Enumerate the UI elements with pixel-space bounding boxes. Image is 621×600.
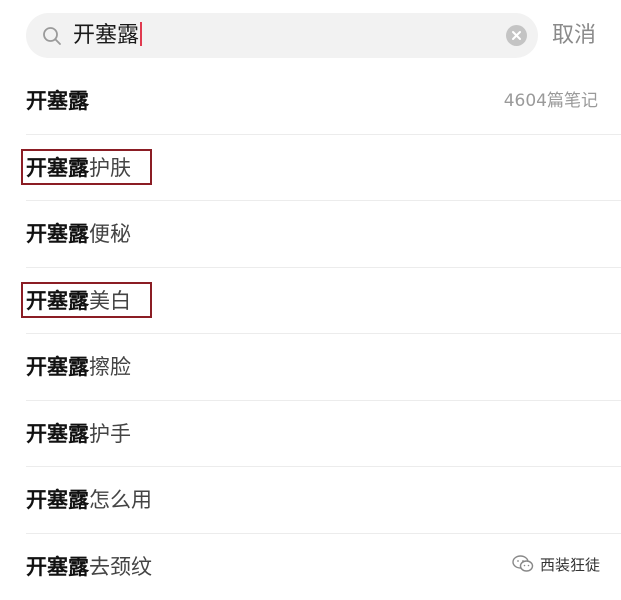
cancel-button[interactable]: 取消 — [552, 13, 596, 58]
clear-icon[interactable] — [506, 25, 527, 46]
note-count: 4604篇笔记 — [504, 68, 598, 134]
suggestion-text: 开塞露怎么用 — [26, 467, 152, 533]
suggestion-suffix: 护手 — [89, 422, 131, 446]
suggestion-keyword: 开塞露 — [26, 355, 89, 379]
suggestion-text: 开塞露护手 — [26, 401, 131, 467]
suggestion-item[interactable]: 开塞露美白 — [0, 268, 621, 335]
suggestion-keyword: 开塞露 — [26, 555, 89, 579]
watermark-text: 西装狂徒 — [540, 554, 600, 575]
suggestion-suffix: 怎么用 — [89, 488, 152, 512]
search-bar: 开塞露 取消 — [0, 0, 621, 68]
suggestion-suffix: 便秘 — [89, 222, 131, 246]
suggestion-item[interactable]: 开塞露 4604篇笔记 — [0, 68, 621, 135]
suggestion-list: 开塞露4604篇笔记开塞露护肤开塞露便秘开塞露美白开塞露擦脸开塞露护手开塞露怎么… — [0, 68, 621, 600]
search-query-text: 开塞露 — [73, 23, 139, 48]
highlight-box — [21, 149, 152, 185]
suggestion-suffix: 去颈纹 — [89, 555, 152, 579]
search-query[interactable]: 开塞露 — [73, 13, 142, 58]
search-input[interactable]: 开塞露 — [26, 13, 538, 58]
suggestion-item[interactable]: 开塞露便秘 — [0, 201, 621, 268]
suggestion-text: 开塞露擦脸 — [26, 334, 131, 400]
suggestion-item[interactable]: 开塞露怎么用 — [0, 467, 621, 534]
suggestion-item[interactable]: 开塞露擦脸 — [0, 334, 621, 401]
suggestion-keyword: 开塞露 — [26, 222, 89, 246]
suggestion-keyword: 开塞露 — [26, 422, 89, 446]
wechat-icon — [512, 554, 534, 574]
highlight-box — [21, 282, 152, 318]
text-caret — [140, 22, 142, 46]
suggestion-text: 开塞露 — [26, 68, 89, 134]
suggestion-keyword: 开塞露 — [26, 89, 89, 113]
search-icon — [42, 26, 62, 46]
suggestion-item[interactable]: 开塞露护手 — [0, 401, 621, 468]
suggestion-suffix: 擦脸 — [89, 355, 131, 379]
suggestion-text: 开塞露便秘 — [26, 201, 131, 267]
suggestion-item[interactable]: 开塞露护肤 — [0, 135, 621, 202]
suggestion-keyword: 开塞露 — [26, 488, 89, 512]
watermark: 西装狂徒 — [512, 552, 600, 576]
